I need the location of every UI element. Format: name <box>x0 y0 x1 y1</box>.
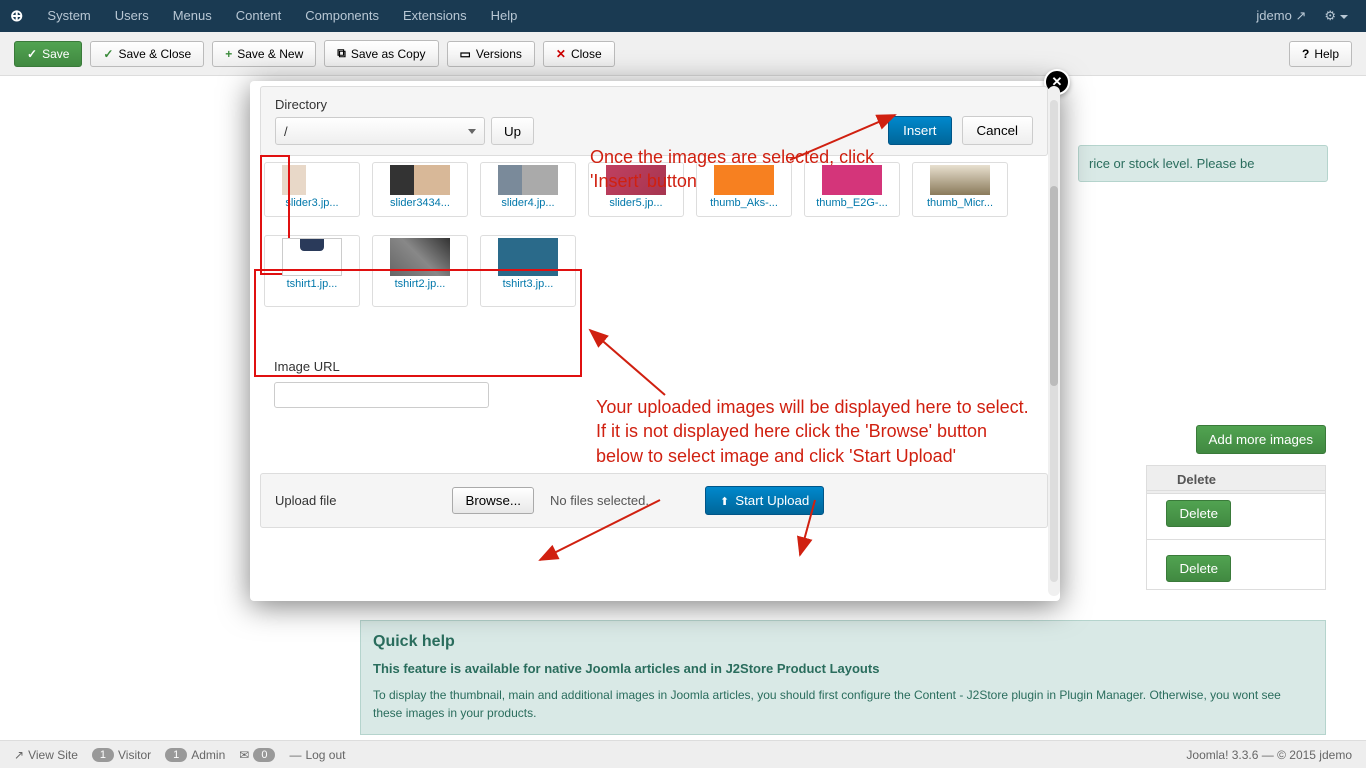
upload-section: Upload file Browse... No files selected.… <box>260 473 1048 528</box>
image-thumbnail[interactable]: thumb_E2G-... <box>804 162 900 217</box>
image-thumbnail[interactable]: tshirt2.jp... <box>372 235 468 307</box>
modal-toolbar: Directory / Up Insert Cancel <box>260 86 1048 156</box>
image-thumbnail[interactable]: thumb_Aks-... <box>696 162 792 217</box>
thumbnail-image <box>390 238 450 276</box>
thumbnail-image <box>282 238 342 276</box>
up-button[interactable]: Up <box>491 117 534 145</box>
image-url-input[interactable] <box>274 382 489 408</box>
thumbnail-image <box>282 165 342 195</box>
thumbnail-label: slider3434... <box>375 197 465 209</box>
image-thumbnail[interactable]: thumb_Micr... <box>912 162 1008 217</box>
upload-file-label: Upload file <box>275 493 336 508</box>
start-upload-button[interactable]: Start Upload <box>705 486 824 515</box>
thumbnail-image <box>498 238 558 276</box>
thumbnail-label: thumb_Micr... <box>915 197 1005 209</box>
thumbnail-label: thumb_Aks-... <box>699 197 789 209</box>
thumbnail-label: thumb_E2G-... <box>807 197 897 209</box>
modal-overlay: ✕ Directory / Up Insert Cancel slid <box>0 0 1366 768</box>
directory-select[interactable]: / <box>275 117 485 145</box>
thumbnail-image <box>930 165 990 195</box>
thumbnail-image <box>390 165 450 195</box>
thumbnail-label: tshirt1.jp... <box>267 278 357 290</box>
thumbnail-grid-row2: tshirt1.jp... tshirt2.jp... tshirt3.jp... <box>260 235 1048 319</box>
image-thumbnail[interactable]: slider5.jp... <box>588 162 684 217</box>
thumbnail-grid-row1: slider3.jp...slider3434...slider4.jp...s… <box>260 150 1048 229</box>
browse-button[interactable]: Browse... <box>452 487 534 514</box>
thumbnail-label: slider4.jp... <box>483 197 573 209</box>
thumbnail-label: tshirt3.jp... <box>483 278 573 290</box>
directory-label: Directory <box>275 97 534 112</box>
image-url-section: Image URL <box>260 349 1048 418</box>
image-url-label: Image URL <box>274 359 1034 374</box>
thumbnail-image <box>606 165 666 195</box>
cancel-button[interactable]: Cancel <box>962 116 1034 145</box>
insert-button[interactable]: Insert <box>888 116 951 145</box>
no-files-text: No files selected. <box>550 493 649 508</box>
image-picker-modal: ✕ Directory / Up Insert Cancel slid <box>250 81 1060 601</box>
thumbnail-image <box>822 165 882 195</box>
modal-scrollbar[interactable] <box>1048 86 1060 596</box>
thumbnail-label: slider5.jp... <box>591 197 681 209</box>
thumbnail-label: tshirt2.jp... <box>375 278 465 290</box>
thumbnail-image <box>714 165 774 195</box>
upload-icon <box>720 493 729 508</box>
image-thumbnail[interactable]: slider4.jp... <box>480 162 576 217</box>
image-thumbnail[interactable]: tshirt3.jp... <box>480 235 576 307</box>
image-thumbnail[interactable]: slider3434... <box>372 162 468 217</box>
thumbnail-image <box>498 165 558 195</box>
